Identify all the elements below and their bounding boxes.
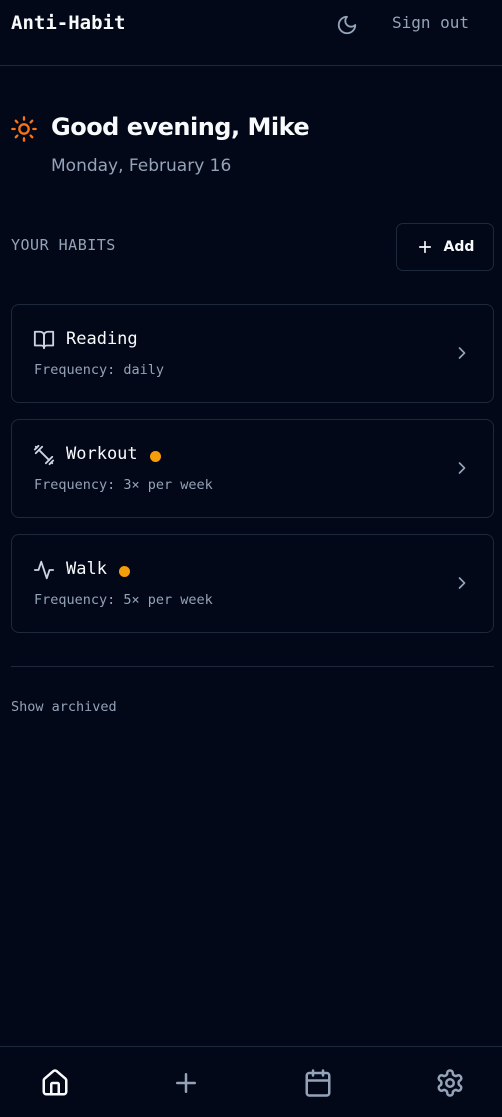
chevron-right-icon bbox=[458, 347, 466, 359]
calendar-icon bbox=[305, 1069, 331, 1097]
dumbbell-icon bbox=[33, 444, 55, 466]
divider bbox=[11, 666, 494, 667]
current-date: Monday, February 16 bbox=[51, 156, 232, 176]
habit-card-reading[interactable]: Reading Frequency: daily bbox=[11, 304, 494, 403]
nav-add[interactable] bbox=[170, 1067, 202, 1099]
habit-frequency: Frequency: 3× per week bbox=[34, 477, 213, 493]
habit-name: Walk bbox=[66, 559, 107, 579]
show-archived-link[interactable]: Show archived bbox=[11, 699, 117, 715]
sun-icon bbox=[10, 115, 38, 143]
habit-card-workout[interactable]: Workout Frequency: 3× per week bbox=[11, 419, 494, 518]
greeting-title: Good evening, Mike bbox=[51, 113, 310, 141]
habit-frequency: Frequency: daily bbox=[34, 362, 165, 378]
plus-icon bbox=[418, 240, 431, 254]
add-habit-label: Add bbox=[443, 239, 475, 255]
chevron-right-icon bbox=[458, 462, 466, 474]
chevron-right-icon bbox=[458, 577, 466, 589]
nav-home[interactable] bbox=[39, 1067, 71, 1099]
status-indicator-dot bbox=[119, 566, 130, 577]
activity-icon bbox=[33, 560, 55, 580]
home-icon bbox=[42, 1069, 68, 1096]
habit-name: Reading bbox=[66, 329, 138, 349]
sign-out-button[interactable]: Sign out bbox=[392, 13, 469, 32]
nav-calendar[interactable] bbox=[302, 1067, 334, 1099]
plus-icon bbox=[176, 1073, 196, 1093]
settings-icon bbox=[437, 1069, 463, 1097]
app-header: Anti-Habit Sign out bbox=[0, 0, 502, 66]
app-title: Anti-Habit bbox=[11, 12, 126, 34]
habit-name: Workout bbox=[66, 444, 138, 464]
bottom-nav bbox=[0, 1046, 502, 1117]
theme-toggle-button[interactable] bbox=[333, 11, 361, 39]
habits-section-label: YOUR HABITS bbox=[11, 236, 116, 254]
nav-settings[interactable] bbox=[434, 1067, 466, 1099]
moon-icon bbox=[337, 15, 357, 35]
status-indicator-dot bbox=[150, 451, 161, 462]
habit-frequency: Frequency: 5× per week bbox=[34, 592, 213, 608]
book-icon bbox=[33, 330, 55, 350]
habit-card-walk[interactable]: Walk Frequency: 5× per week bbox=[11, 534, 494, 633]
add-habit-button[interactable]: Add bbox=[396, 223, 494, 271]
